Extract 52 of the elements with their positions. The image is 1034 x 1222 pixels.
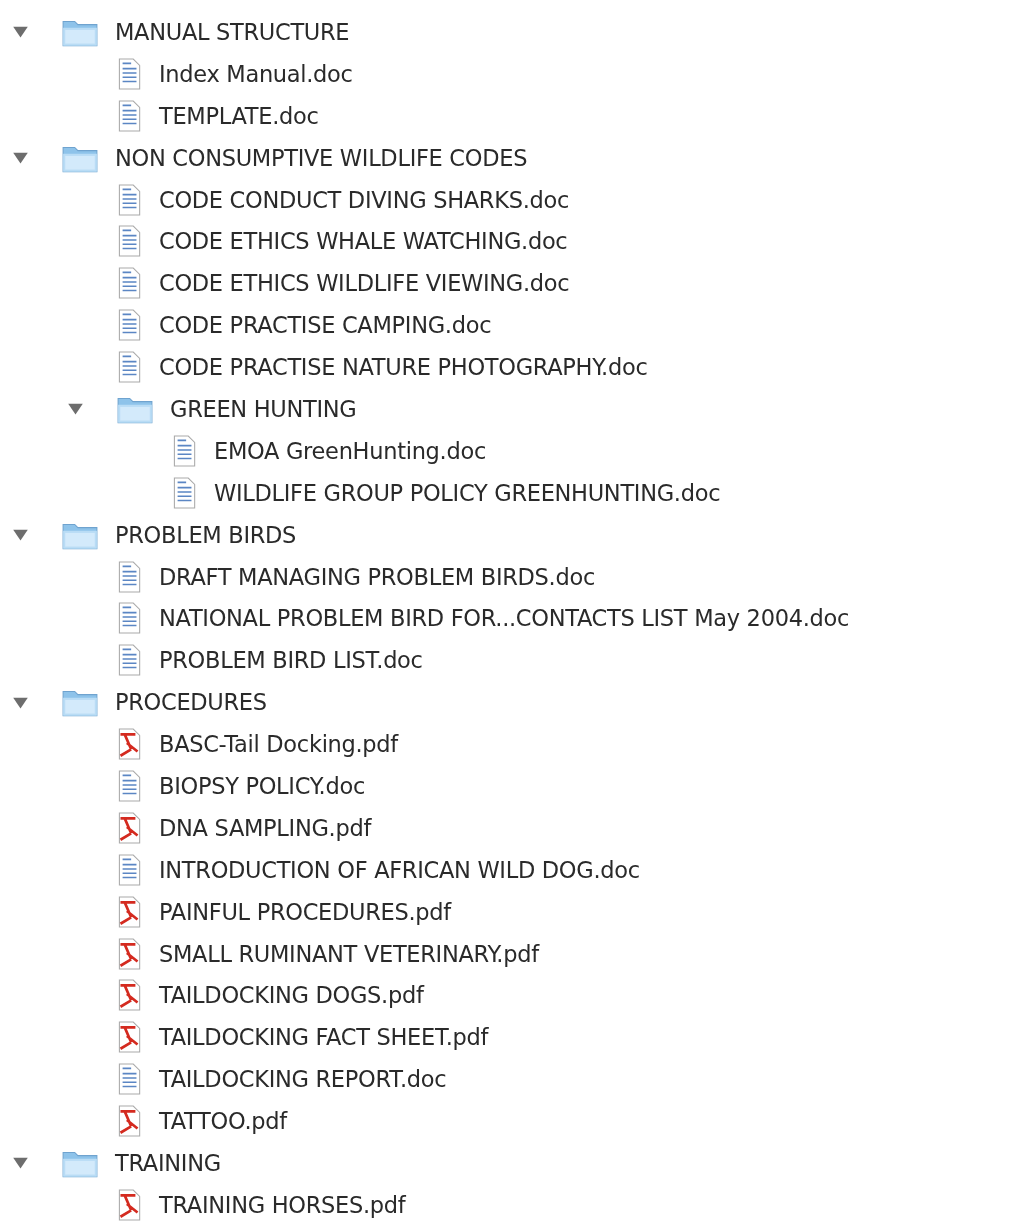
file-name[interactable]: TAILDOCKING REPORT.doc xyxy=(159,1066,447,1093)
file-name[interactable]: INTRODUCTION OF AFRICAN WILD DOG.doc xyxy=(159,856,640,883)
file-name[interactable]: TAILDOCKING FACT SHEET.pdf xyxy=(159,1024,489,1051)
document-icon xyxy=(116,225,142,258)
document-icon xyxy=(171,476,197,509)
file-name[interactable]: Index Manual.doc xyxy=(159,60,353,87)
file-name[interactable]: CODE PRACTISE NATURE PHOTOGRAPHY.doc xyxy=(159,354,648,381)
folder-name[interactable]: GREEN HUNTING xyxy=(170,395,357,422)
document-icon xyxy=(171,434,197,467)
document-icon xyxy=(116,183,142,216)
folder-name[interactable]: MANUAL STRUCTURE xyxy=(115,18,350,45)
pdf-file-icon xyxy=(116,979,142,1012)
file-name[interactable]: BIOPSY POLICY.doc xyxy=(159,772,365,799)
folder-name[interactable]: PROCEDURES xyxy=(115,689,267,716)
file-name[interactable]: PROBLEM BIRD LIST.doc xyxy=(159,647,423,674)
document-icon xyxy=(116,560,142,593)
file-name[interactable]: CODE PRACTISE CAMPING.doc xyxy=(159,312,492,339)
pdf-file-icon xyxy=(116,811,142,844)
file-name[interactable]: TAILDOCKING DOGS.pdf xyxy=(159,982,424,1009)
file-name[interactable]: TRAINING HORSES.pdf xyxy=(159,1191,406,1218)
file-name[interactable]: DRAFT MANAGING PROBLEM BIRDS.doc xyxy=(159,563,595,590)
document-icon xyxy=(116,853,142,886)
pdf-file-icon xyxy=(116,1105,142,1138)
pdf-file-icon xyxy=(116,937,142,970)
folder-name[interactable]: PROBLEM BIRDS xyxy=(115,521,297,548)
document-icon xyxy=(116,309,142,342)
document-icon xyxy=(116,769,142,802)
file-name[interactable]: CODE ETHICS WHALE WATCHING.doc xyxy=(159,228,568,255)
document-icon xyxy=(116,602,142,635)
file-name[interactable]: NATIONAL PROBLEM BIRD FOR...CONTACTS LIST May 2004.doc xyxy=(159,605,850,632)
document-icon xyxy=(116,644,142,677)
file-name[interactable]: CODE ETHICS WILDLIFE VIEWING.doc xyxy=(159,270,570,297)
folder-name[interactable]: TRAINING xyxy=(115,1150,221,1176)
file-name[interactable]: DNA SAMPLING.pdf xyxy=(159,814,372,841)
file-name[interactable]: CODE CONDUCT DIVING SHARKS.doc xyxy=(159,186,569,213)
file-name[interactable]: BASC-Tail Docking.pdf xyxy=(159,731,398,758)
file-name[interactable]: TATTOO.pdf xyxy=(159,1108,287,1135)
document-icon xyxy=(116,351,142,384)
file-name[interactable]: TEMPLATE.doc xyxy=(159,102,319,129)
pdf-file-icon xyxy=(116,728,142,761)
document-icon xyxy=(116,1063,142,1096)
document-icon xyxy=(116,57,142,90)
pdf-file-icon xyxy=(116,1188,142,1221)
document-icon xyxy=(116,267,142,300)
file-name[interactable]: EMOA GreenHunting.doc xyxy=(214,437,486,464)
file-name[interactable]: PAINFUL PROCEDURES.pdf xyxy=(159,898,451,925)
folder-name[interactable]: NON CONSUMPTIVE WILDLIFE CODES xyxy=(115,144,528,171)
file-name[interactable]: SMALL RUMINANT VETERINARY.pdf xyxy=(159,940,539,967)
file-name[interactable]: WILDLIFE GROUP POLICY GREENHUNTING.doc xyxy=(214,479,721,506)
document-icon xyxy=(116,99,142,132)
pdf-file-icon xyxy=(116,1021,142,1054)
pdf-file-icon xyxy=(116,895,142,928)
